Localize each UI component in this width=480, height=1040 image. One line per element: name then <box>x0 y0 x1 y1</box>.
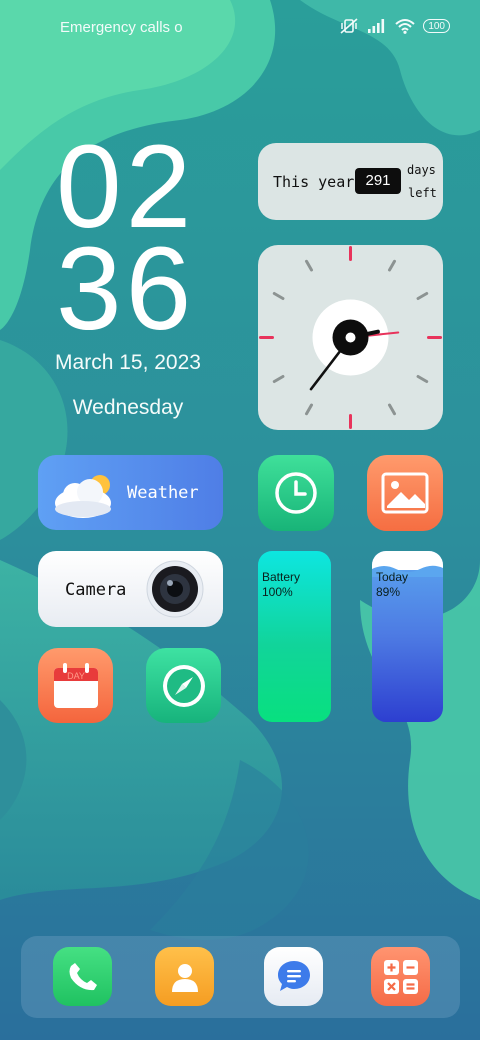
clock-minutes[interactable]: 36 <box>56 230 195 348</box>
calendar-app-icon[interactable]: DAY <box>38 648 113 723</box>
clock-app-icon[interactable] <box>258 455 334 531</box>
camera-widget[interactable]: Camera <box>38 551 223 627</box>
clock-icon <box>275 472 317 514</box>
clock-tick <box>272 292 285 300</box>
dock <box>21 936 460 1018</box>
left-label: left <box>408 186 437 200</box>
clock-tick <box>272 375 285 383</box>
messages-app-icon[interactable] <box>264 947 323 1006</box>
date-label: March 15, 2023 <box>55 351 201 374</box>
status-bar: Emergency calls o 100 <box>0 0 480 56</box>
compass-app-icon[interactable] <box>146 648 221 723</box>
contacts-app-icon[interactable] <box>155 947 214 1006</box>
calculator-app-icon[interactable] <box>371 947 430 1006</box>
mute-vibrate-icon <box>340 18 358 34</box>
phone-app-icon[interactable] <box>53 947 112 1006</box>
phone-icon <box>69 962 97 990</box>
contact-person-icon <box>171 963 198 992</box>
clock-tick <box>305 403 313 416</box>
partly-cloudy-icon <box>55 475 111 518</box>
clock-tick <box>416 292 429 300</box>
camera-label: Camera <box>65 580 127 600</box>
year-countdown-widget[interactable]: This year 291 days left <box>258 143 443 220</box>
battery-icon: 100 <box>423 19 450 33</box>
message-bubble-icon <box>277 960 310 991</box>
clock-tick <box>388 259 396 272</box>
analog-clock-face <box>259 246 442 429</box>
days-left-count: 291 <box>355 168 401 194</box>
gallery-icon <box>381 472 429 514</box>
days-label: days <box>407 163 436 177</box>
countdown-label: This year <box>273 173 355 191</box>
signal-icon <box>368 19 385 33</box>
carrier-text: Emergency calls o <box>60 19 183 36</box>
clock-center-pin <box>345 332 356 343</box>
today-label: Today <box>376 570 409 584</box>
today-value: 89% <box>376 585 401 599</box>
status-icons: 100 <box>339 17 450 35</box>
camera-lens-icon <box>146 560 204 618</box>
battery-value: 100% <box>262 585 293 599</box>
calendar-icon: DAY <box>53 662 98 708</box>
calculator-icon <box>383 959 418 994</box>
calendar-icon-text: DAY <box>67 671 85 681</box>
weather-widget[interactable]: Weather <box>38 455 223 530</box>
battery-widget[interactable]: Battery 100% <box>258 551 331 722</box>
weather-label: Weather <box>127 483 199 503</box>
clock-tick <box>305 259 313 272</box>
wifi-icon <box>395 19 415 34</box>
compass-icon <box>162 664 205 707</box>
clock-tick <box>388 403 396 416</box>
clock-tick <box>416 375 429 383</box>
today-progress-widget[interactable]: Today 89% <box>372 551 443 722</box>
analog-clock-widget[interactable] <box>258 245 443 430</box>
battery-label: Battery <box>262 570 301 584</box>
gallery-app-icon[interactable] <box>367 455 443 531</box>
weekday-label: Wednesday <box>72 396 184 419</box>
